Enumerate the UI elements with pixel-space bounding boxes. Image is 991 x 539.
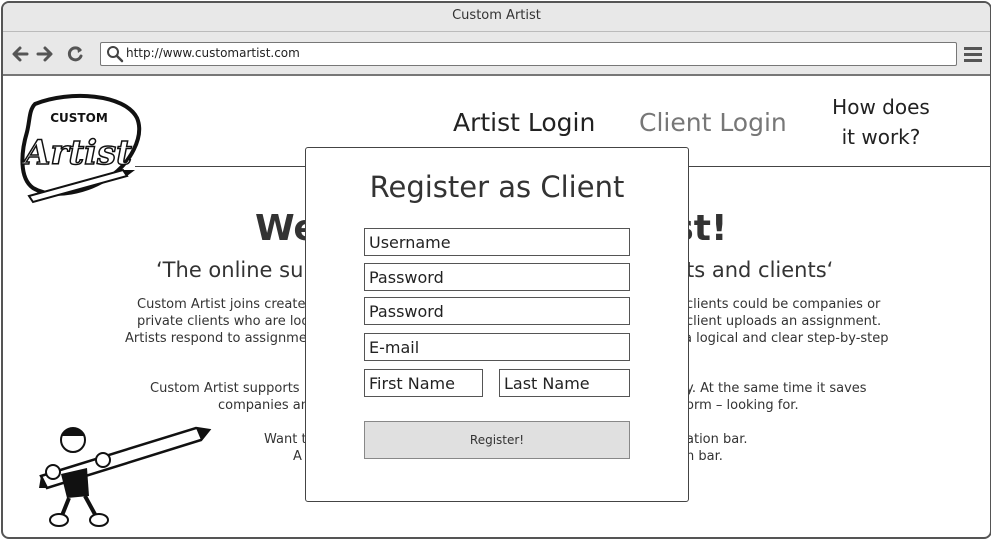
password-input[interactable] [369, 267, 625, 287]
intro-line-right: client uploads an assignment. [686, 314, 882, 329]
tagline-right: ts and clients‘ [686, 258, 834, 282]
custom-artist-logo[interactable]: CUSTOM Artist [15, 92, 145, 204]
username-field[interactable] [364, 228, 630, 256]
client-login-link[interactable]: Client Login [639, 108, 787, 137]
cta-line-right: ation bar. [686, 432, 748, 447]
how-it-works-line2: it work? [841, 125, 921, 149]
window-title: Custom Artist [3, 3, 990, 32]
logo-main-text: Artist [21, 133, 132, 173]
register-button[interactable]: Register! [364, 421, 630, 459]
artist-login-link[interactable]: Artist Login [453, 108, 595, 137]
first-name-field[interactable] [364, 369, 483, 397]
email-field[interactable] [364, 333, 630, 361]
intro-line-right: clients could be companies or [686, 297, 881, 312]
logo-top-text: CUSTOM [50, 111, 108, 125]
support-line-left: Custom Artist supports [150, 381, 300, 396]
username-input[interactable] [369, 232, 625, 252]
artist-mascot-illustration [39, 426, 212, 527]
page-content: CUSTOM Artist Artist Login Client Login … [3, 76, 990, 537]
how-it-works-line1: How does [832, 95, 930, 119]
how-it-works-link[interactable]: How does it work? [821, 92, 941, 152]
intro-line-right: a logical and clear step-by-step [684, 331, 889, 346]
modal-title: Register as Client [369, 170, 625, 204]
support-line-right: y. At the same time it saves [686, 381, 867, 396]
search-icon [107, 46, 124, 63]
url-input[interactable] [126, 44, 926, 62]
last-name-input[interactable] [504, 373, 625, 393]
email-input[interactable] [369, 337, 625, 357]
support-line-right: orm – looking for. [686, 398, 799, 413]
hamburger-menu-icon[interactable] [963, 45, 983, 63]
reload-icon[interactable] [66, 45, 84, 63]
intro-line-left: Custom Artist joins create [137, 297, 306, 312]
support-line-left: companies an [218, 398, 309, 413]
register-client-modal: Register as Client Register! [305, 147, 689, 502]
arrow-left-icon[interactable] [11, 45, 29, 63]
password-field[interactable] [364, 263, 630, 291]
intro-line-left: Artists respond to assignme [125, 331, 307, 346]
cta-line-left: A [293, 449, 302, 464]
arrow-right-icon[interactable] [36, 45, 54, 63]
last-name-field[interactable] [499, 369, 630, 397]
browser-toolbar [3, 32, 990, 76]
tagline-left: ‘The online su [156, 258, 304, 282]
cta-line-right: n bar. [686, 449, 723, 464]
first-name-input[interactable] [369, 373, 478, 393]
cta-line-left: Want t [264, 432, 307, 447]
password-confirm-input[interactable] [369, 301, 625, 321]
browser-window: Custom Artist CUSTOM [1, 1, 991, 539]
password-confirm-field[interactable] [364, 297, 630, 325]
address-bar[interactable] [100, 42, 957, 66]
intro-line-left: private clients who are look [137, 314, 317, 329]
